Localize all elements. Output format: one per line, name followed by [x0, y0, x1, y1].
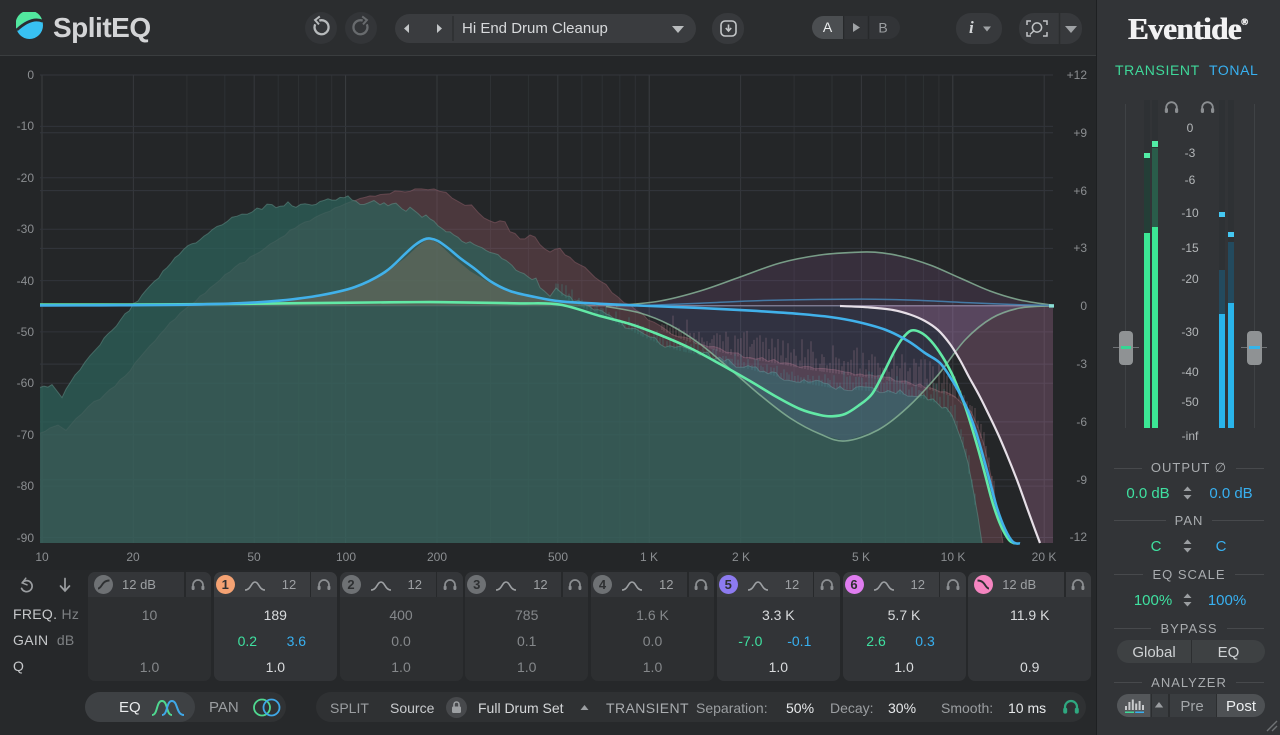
- svg-text:-3: -3: [1076, 357, 1087, 371]
- svg-text:-50: -50: [17, 325, 35, 339]
- svg-text:-6: -6: [1076, 415, 1087, 429]
- svg-text:-9: -9: [1076, 473, 1087, 487]
- svg-text:-60: -60: [17, 376, 35, 390]
- svg-text:+3: +3: [1073, 241, 1087, 255]
- svg-text:10 K: 10 K: [941, 550, 966, 564]
- svg-text:-10: -10: [17, 119, 35, 133]
- svg-text:20: 20: [126, 550, 140, 564]
- svg-text:0: 0: [1080, 299, 1087, 313]
- svg-text:-40: -40: [17, 274, 35, 288]
- svg-text:200: 200: [427, 550, 447, 564]
- svg-text:-90: -90: [17, 531, 35, 545]
- svg-text:100: 100: [336, 550, 356, 564]
- svg-text:-30: -30: [17, 222, 35, 236]
- svg-text:0: 0: [27, 68, 34, 82]
- svg-text:-20: -20: [17, 171, 35, 185]
- svg-text:B: B: [878, 20, 887, 36]
- svg-text:-70: -70: [17, 428, 35, 442]
- svg-text:20 K: 20 K: [1032, 550, 1057, 564]
- svg-text:5 K: 5 K: [852, 550, 870, 564]
- svg-text:+9: +9: [1073, 126, 1087, 140]
- svg-text:2 K: 2 K: [732, 550, 750, 564]
- svg-text:10: 10: [35, 550, 49, 564]
- svg-text:-80: -80: [17, 479, 35, 493]
- svg-text:1 K: 1 K: [640, 550, 658, 564]
- svg-text:+6: +6: [1073, 184, 1087, 198]
- svg-text:50: 50: [247, 550, 261, 564]
- svg-text:500: 500: [548, 550, 568, 564]
- svg-text:-12: -12: [1070, 530, 1088, 544]
- svg-text:+12: +12: [1067, 68, 1088, 82]
